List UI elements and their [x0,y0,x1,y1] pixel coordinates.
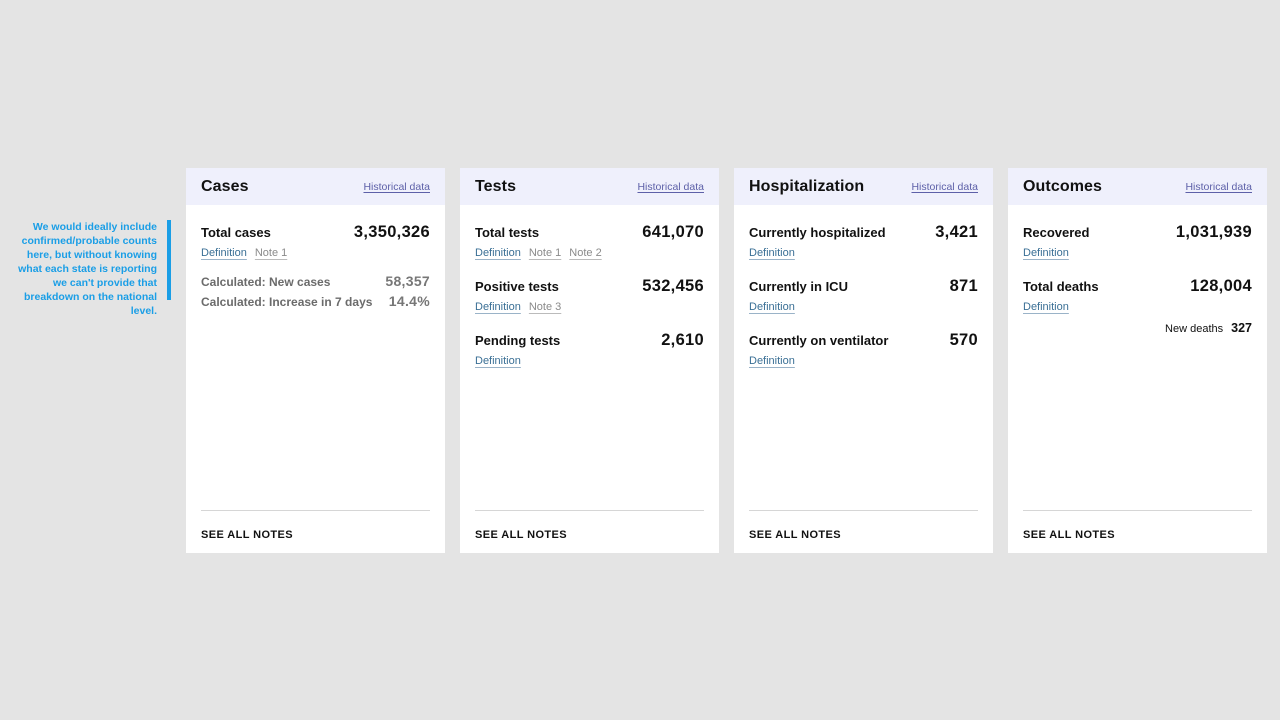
calc-value: 14.4% [388,293,430,309]
metric-pending-tests: Pending tests 2,610 Definition [475,331,704,367]
card-footer: SEE ALL NOTES [1023,510,1252,543]
metric-value: 1,031,939 [1175,223,1252,241]
metric-value: 532,456 [642,277,704,295]
metric-total-tests: Total tests 641,070 Definition Note 1 No… [475,205,704,259]
definition-link[interactable]: Definition [749,247,795,259]
metric-value: 3,350,326 [353,223,430,241]
metric-currently-hospitalized: Currently hospitalized 3,421 Definition [749,205,978,259]
calc-value: 58,357 [385,273,430,289]
new-deaths-row: New deaths 327 [1023,321,1252,335]
card-title: Outcomes [1023,177,1103,195]
metric-label: Currently on ventilator [749,333,889,348]
definition-link[interactable]: Definition [749,301,795,313]
sub-metric-value: 327 [1231,321,1252,335]
metric-label: Total deaths [1023,279,1099,294]
definition-link[interactable]: Definition [475,301,521,313]
calc-label: Calculated: Increase in 7 days [201,295,373,309]
metric-value: 641,070 [642,223,704,241]
card-footer: SEE ALL NOTES [749,510,978,543]
metric-positive-tests: Positive tests 532,456 Definition Note 3 [475,277,704,313]
metric-total-deaths: Total deaths 128,004 Definition [1023,277,1252,313]
definition-link[interactable]: Definition [201,247,247,259]
see-all-notes-link[interactable]: SEE ALL NOTES [749,529,841,541]
see-all-notes-link[interactable]: SEE ALL NOTES [1023,529,1115,541]
metric-label: Total tests [475,225,540,240]
see-all-notes-link[interactable]: SEE ALL NOTES [201,529,293,541]
calc-label: Calculated: New cases [201,275,331,289]
metric-label: Positive tests [475,279,559,294]
card-footer: SEE ALL NOTES [201,510,430,543]
card-footer: SEE ALL NOTES [475,510,704,543]
definition-link[interactable]: Definition [475,355,521,367]
metric-label: Recovered [1023,225,1090,240]
note-link[interactable]: Note 1 [255,247,287,259]
card-header: Outcomes Historical data [1008,168,1267,205]
metric-currently-in-icu: Currently in ICU 871 Definition [749,277,978,313]
card-title: Tests [475,177,517,195]
metric-value: 3,421 [935,223,978,241]
historical-data-link[interactable]: Historical data [911,181,978,193]
see-all-notes-link[interactable]: SEE ALL NOTES [475,529,567,541]
historical-data-link[interactable]: Historical data [1185,181,1252,193]
metric-value: 2,610 [661,331,704,349]
card-header: Hospitalization Historical data [734,168,993,205]
definition-link[interactable]: Definition [1023,301,1069,313]
metric-currently-on-ventilator: Currently on ventilator 570 Definition [749,331,978,367]
calc-increase-7-days: Calculated: Increase in 7 days 14.4% [201,293,430,309]
definition-link[interactable]: Definition [475,247,521,259]
annotation-bar [167,220,171,300]
metric-value: 128,004 [1190,277,1252,295]
metric-label: Currently hospitalized [749,225,886,240]
metric-value: 871 [949,277,978,295]
metric-label: Currently in ICU [749,279,848,294]
card-outcomes: Outcomes Historical data Recovered 1,031… [1008,168,1267,553]
card-cases: Cases Historical data Total cases 3,350,… [186,168,445,553]
metric-label: Total cases [201,225,271,240]
card-title: Hospitalization [749,177,865,195]
historical-data-link[interactable]: Historical data [363,181,430,193]
card-header: Tests Historical data [460,168,719,205]
definition-link[interactable]: Definition [749,355,795,367]
note-link[interactable]: Note 1 [529,247,561,259]
annotation-note: We would ideally include confirmed/proba… [18,221,157,317]
note-link[interactable]: Note 3 [529,301,561,313]
metric-label: Pending tests [475,333,561,348]
definition-link[interactable]: Definition [1023,247,1069,259]
historical-data-link[interactable]: Historical data [637,181,704,193]
metric-recovered: Recovered 1,031,939 Definition [1023,205,1252,259]
card-title: Cases [201,177,249,195]
note-link[interactable]: Note 2 [569,247,601,259]
sub-metric-label: New deaths [1165,323,1224,335]
card-header: Cases Historical data [186,168,445,205]
card-tests: Tests Historical data Total tests 641,07… [460,168,719,553]
metric-value: 570 [949,331,978,349]
metric-total-cases: Total cases 3,350,326 Definition Note 1 [201,205,430,259]
card-hospitalization: Hospitalization Historical data Currentl… [734,168,993,553]
calc-new-cases: Calculated: New cases 58,357 [201,273,430,289]
